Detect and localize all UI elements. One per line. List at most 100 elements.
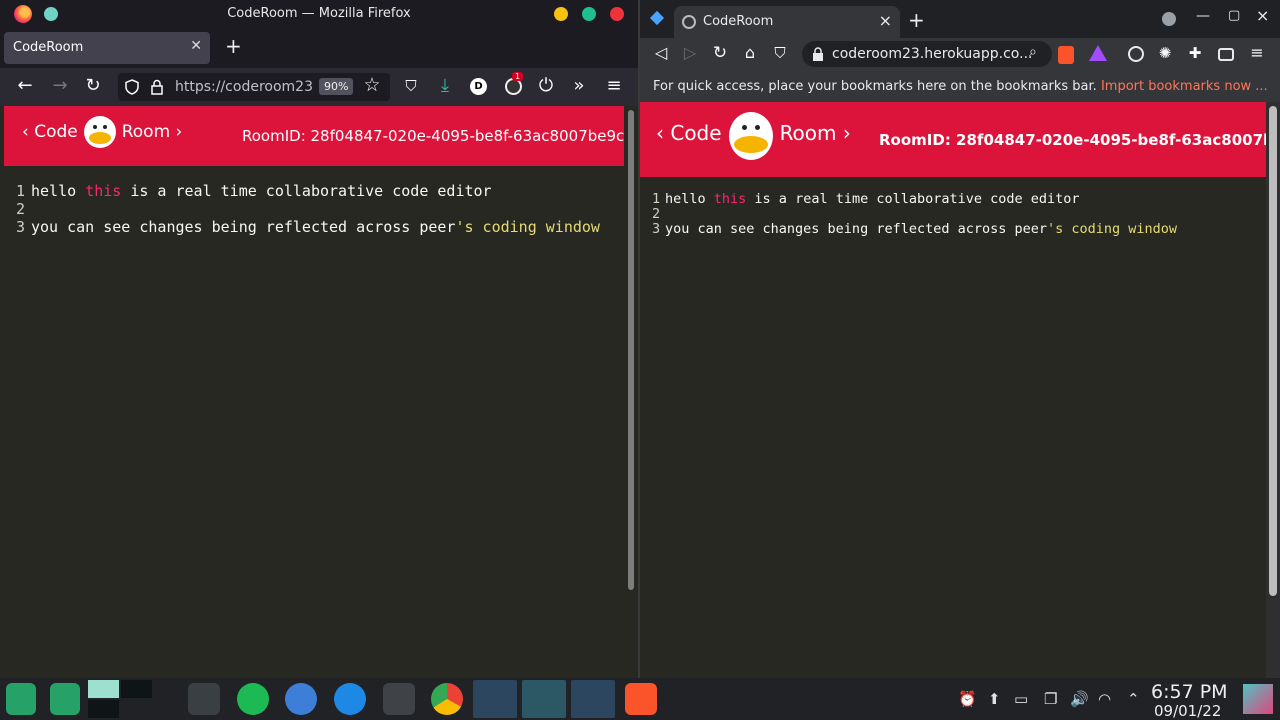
brand-left: ‹ Code — [22, 122, 78, 142]
code-text: is a real time collaborative code editor — [746, 191, 1080, 207]
settings-sliders-icon[interactable] — [188, 683, 220, 715]
desktop-3-pager[interactable] — [88, 700, 119, 718]
code-keyword: this — [713, 191, 747, 207]
wifi-icon[interactable]: ◠ — [1098, 690, 1111, 708]
scrollbar[interactable] — [1266, 102, 1280, 678]
pocket-icon[interactable]: ⛉ — [400, 76, 422, 96]
console-icon[interactable]: ▭ — [1014, 690, 1028, 708]
menu-icon[interactable]: ≡ — [1246, 43, 1268, 63]
reload-button[interactable]: ↻ — [709, 43, 731, 63]
code-line[interactable]: 1 hello this is a real time collaborative… — [16, 182, 600, 200]
more-tools-icon[interactable]: » — [568, 76, 590, 96]
tray-expand-icon[interactable]: ⌃ — [1127, 690, 1140, 708]
brand-right: Room › — [779, 121, 851, 145]
desktop-1-pager[interactable] — [88, 680, 119, 698]
brave-shields-icon[interactable] — [1058, 46, 1074, 64]
close-tab-icon[interactable]: ✕ — [190, 38, 202, 54]
scrollbar-thumb[interactable] — [1269, 106, 1277, 596]
code-line[interactable]: 2 — [16, 200, 600, 218]
code-line[interactable]: 2 — [652, 207, 1177, 222]
url-bar[interactable]: https://coderoom23.herokuapp.com/ 90% — [118, 73, 390, 101]
home-icon[interactable]: ⌂ — [739, 43, 761, 63]
mail-icon[interactable] — [285, 683, 317, 715]
clock-time[interactable]: 6:57 PM — [1151, 681, 1228, 703]
extension-atom-icon[interactable]: ✺ — [1154, 43, 1176, 63]
code-line[interactable]: 3 you can see changes being reflected acr… — [652, 222, 1177, 237]
files-task[interactable] — [571, 680, 615, 718]
notifications-icon[interactable]: ⏰ — [958, 690, 977, 708]
firefox-titlebar: CodeRoom — Mozilla Firefox — [0, 0, 638, 28]
zoom-icon[interactable]: ⌕ — [1029, 44, 1037, 60]
app-header: ‹ Code Room › RoomID: 28f04847-020e-4095… — [4, 106, 624, 166]
lock-icon[interactable] — [812, 47, 824, 61]
extension-d-icon[interactable]: D — [470, 78, 487, 95]
tab-coderoom[interactable]: CodeRoom ✕ — [4, 32, 210, 64]
duck-logo-icon — [83, 116, 116, 148]
new-tab-button[interactable]: + — [225, 34, 242, 58]
scrollbar[interactable] — [628, 110, 634, 590]
brave-rewards-icon[interactable] — [1089, 45, 1107, 61]
brave-task[interactable] — [625, 683, 657, 715]
code-string: 's coding window — [455, 218, 600, 236]
code-line[interactable]: 1 hello this is a real time collaborative… — [652, 192, 1177, 207]
brave-window: CodeRoom × + — ▢ × ◁ ▷ ↻ ⌂ ⛉ coderoom23.… — [640, 0, 1280, 678]
brave-navbar: ◁ ▷ ↻ ⌂ ⛉ coderoom23.herokuapp.co... ⌕ ✺… — [640, 38, 1280, 70]
brand-logo[interactable]: ‹ Code Room › — [656, 106, 851, 160]
brand-logo[interactable]: ‹ Code Room › — [22, 116, 182, 148]
code-editor[interactable]: 1 hello this is a real time collaborative… — [16, 182, 600, 236]
flutter-icon[interactable] — [334, 683, 366, 715]
zoom-indicator[interactable]: 90% — [319, 78, 354, 95]
bookmark-star-icon[interactable]: ☆ — [361, 75, 383, 95]
minimize-button[interactable] — [554, 7, 568, 21]
desktop-2-pager[interactable] — [121, 680, 152, 698]
chrome-icon[interactable] — [431, 683, 463, 715]
menu-icon[interactable]: ≡ — [603, 76, 625, 96]
tab-list-icon[interactable] — [1162, 12, 1176, 26]
extensions-puzzle-icon[interactable]: ✚ — [1184, 43, 1206, 63]
download-icon[interactable]: ⤓ — [434, 76, 456, 96]
manjaro-icon[interactable] — [50, 683, 80, 715]
new-tab-button[interactable]: + — [908, 8, 925, 32]
forward-button[interactable]: ▷ — [679, 43, 701, 63]
window-title: CodeRoom — Mozilla Firefox — [227, 6, 411, 21]
spotify-icon[interactable] — [237, 683, 269, 715]
maximize-button[interactable]: ▢ — [1228, 8, 1240, 23]
vscode-task[interactable] — [473, 680, 517, 718]
close-tab-icon[interactable]: × — [879, 11, 892, 30]
close-window-button[interactable]: × — [1256, 6, 1269, 25]
volume-icon[interactable]: 🔊 — [1070, 690, 1089, 708]
tab-search-icon[interactable] — [649, 10, 665, 26]
code-text: hello — [665, 191, 714, 207]
back-button[interactable]: ◁ — [650, 43, 672, 63]
close-window-button[interactable] — [610, 7, 624, 21]
power-icon[interactable]: ⏻ — [535, 76, 557, 96]
wallet-icon[interactable] — [1218, 48, 1234, 61]
show-desktop-icon[interactable] — [1243, 684, 1273, 714]
app-launcher-icon[interactable] — [6, 683, 36, 715]
line-number: 2 — [652, 206, 661, 222]
shield-icon[interactable] — [124, 79, 140, 95]
line-number: 1 — [652, 191, 661, 207]
url-bar[interactable]: coderoom23.herokuapp.co... ⌕ — [802, 41, 1052, 67]
bookmark-icon[interactable]: ⛉ — [769, 43, 791, 63]
back-button[interactable]: ← — [14, 76, 36, 96]
tab-coderoom[interactable]: CodeRoom × — [674, 6, 900, 38]
code-editor[interactable]: 1 hello this is a real time collaborative… — [652, 192, 1177, 237]
maximize-button[interactable] — [582, 7, 596, 21]
update-icon[interactable]: ⬆ — [988, 690, 1001, 708]
line-number: 2 — [16, 200, 26, 218]
firefox-task[interactable] — [522, 680, 566, 718]
reload-button[interactable]: ↻ — [82, 76, 104, 96]
globe-icon — [682, 15, 696, 29]
minimize-button[interactable]: — — [1196, 8, 1210, 24]
code-text: you can see changes being reflected acro… — [31, 218, 456, 236]
forward-button[interactable]: → — [49, 76, 71, 96]
lock-icon[interactable] — [150, 79, 164, 95]
extension-circle-icon[interactable] — [1128, 46, 1144, 62]
terminal-icon[interactable] — [383, 683, 415, 715]
clipboard-icon[interactable]: ❐ — [1044, 690, 1057, 708]
import-bookmarks-link[interactable]: Import bookmarks now ... — [1101, 79, 1268, 94]
code-keyword: this — [85, 182, 122, 200]
clock-date[interactable]: 09/01/22 — [1154, 702, 1221, 720]
code-line[interactable]: 3 you can see changes being reflected acr… — [16, 218, 600, 236]
